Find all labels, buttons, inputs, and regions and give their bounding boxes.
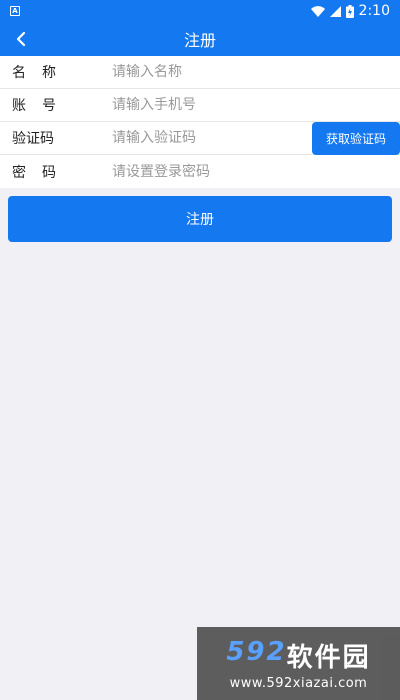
watermark-text: 软件园 <box>286 642 371 673</box>
submit-container: 注册 <box>0 188 400 242</box>
status-time: 2:10 <box>358 3 390 19</box>
code-row: 验证码 获取验证码 <box>0 122 400 155</box>
name-input[interactable] <box>100 56 400 88</box>
notification-icon: A <box>10 6 20 16</box>
name-row: 名称 <box>0 56 400 89</box>
password-label: 密码 <box>12 164 72 181</box>
watermark: 592 软件园 www.592xiazai.com <box>197 627 400 700</box>
account-label: 账号 <box>12 98 72 114</box>
status-bar: A 2:10 <box>0 0 400 22</box>
page-title: 注册 <box>183 31 216 50</box>
wifi-icon <box>310 5 325 17</box>
watermark-url: www.592xiazai.com <box>229 675 368 691</box>
phone-input[interactable] <box>100 89 400 121</box>
register-form: 名称 账号 验证码 获取验证码 密码 <box>0 56 400 188</box>
battery-icon <box>345 4 354 18</box>
watermark-logo: 592 软件园 <box>226 637 370 674</box>
back-button[interactable] <box>6 22 36 56</box>
signal-icon <box>329 5 341 17</box>
name-label: 名称 <box>12 65 72 81</box>
code-label: 验证码 <box>12 131 54 147</box>
get-code-button[interactable]: 获取验证码 <box>312 122 400 155</box>
app-header: 注册 <box>0 22 400 56</box>
register-button[interactable]: 注册 <box>8 196 392 242</box>
chevron-left-icon <box>16 31 26 47</box>
watermark-number: 592 <box>226 636 287 667</box>
password-input[interactable] <box>100 155 400 188</box>
account-row: 账号 <box>0 89 400 122</box>
password-row: 密码 <box>0 155 400 188</box>
